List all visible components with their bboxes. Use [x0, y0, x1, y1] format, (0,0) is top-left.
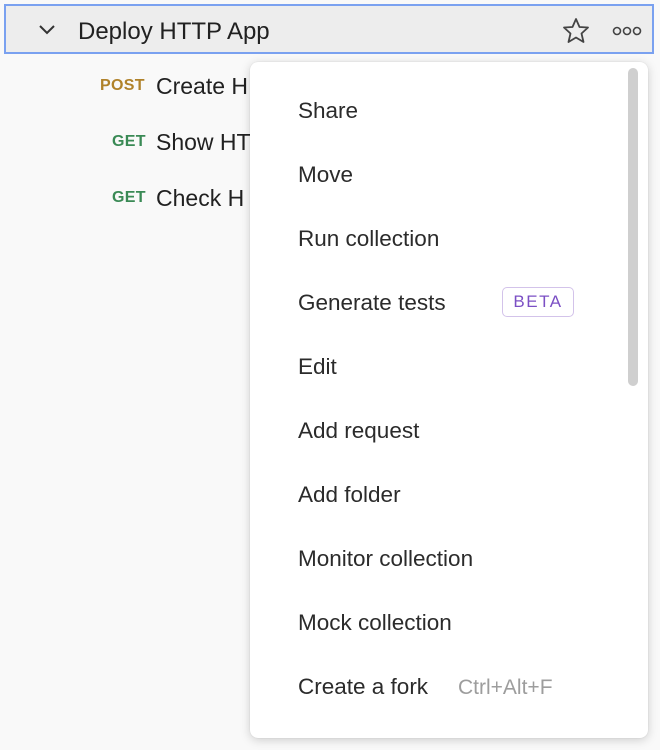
request-name[interactable]: Create H — [156, 73, 248, 100]
beta-badge: BETA — [502, 287, 574, 317]
request-name[interactable]: Check H — [156, 185, 244, 212]
menu-item-edit[interactable]: Edit — [298, 354, 337, 380]
method-badge: GET — [112, 133, 146, 150]
menu-item-mock-collection[interactable]: Mock collection — [298, 610, 452, 636]
menu-item-share[interactable]: Share — [298, 98, 358, 124]
collections-sidebar: Deploy HTTP App POST Create H GET Show H… — [0, 0, 660, 750]
menu-item-monitor-collection[interactable]: Monitor collection — [298, 546, 473, 572]
keyboard-shortcut: Ctrl+Alt+F — [458, 676, 553, 699]
menu-item-add-folder[interactable]: Add folder — [298, 482, 401, 508]
more-options-icon[interactable] — [611, 23, 643, 39]
menu-scrollbar[interactable] — [628, 68, 638, 386]
method-badge: GET — [112, 189, 146, 206]
menu-item-add-request[interactable]: Add request — [298, 418, 419, 444]
chevron-down-icon[interactable] — [38, 24, 56, 36]
star-icon[interactable] — [561, 16, 591, 46]
collection-context-menu: Share Move Run collection Generate tests… — [250, 62, 648, 738]
menu-item-generate-tests[interactable]: Generate tests — [298, 290, 446, 316]
menu-item-create-fork[interactable]: Create a fork — [298, 674, 428, 700]
collection-title[interactable]: Deploy HTTP App — [78, 18, 270, 46]
request-name[interactable]: Show HT — [156, 129, 251, 156]
collection-row[interactable]: Deploy HTTP App — [4, 4, 654, 54]
method-badge: POST — [100, 77, 145, 94]
menu-item-move[interactable]: Move — [298, 162, 353, 188]
menu-item-run-collection[interactable]: Run collection — [298, 226, 439, 252]
